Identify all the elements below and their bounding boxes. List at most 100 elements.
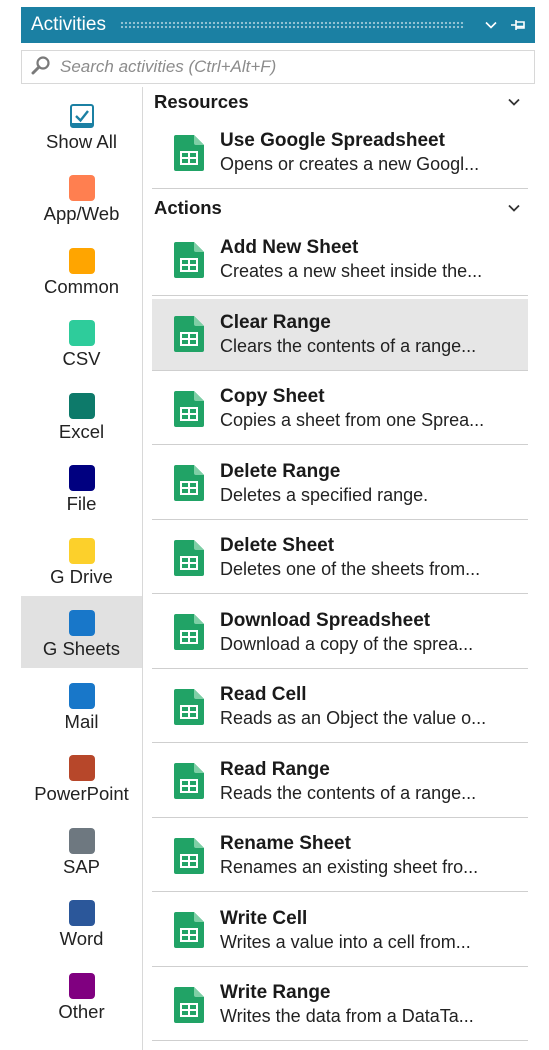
section-header-resources[interactable]: Resources xyxy=(152,87,528,117)
section-title-actions: Actions xyxy=(154,197,222,218)
activity-item-delete-sheet[interactable]: Delete Sheet Deletes one of the sheets fr… xyxy=(152,522,528,594)
category-label: PowerPoint xyxy=(34,783,129,804)
chevron-down-icon[interactable] xyxy=(506,94,522,110)
column-divider xyxy=(142,87,143,1050)
panel-title: Activities xyxy=(31,14,106,35)
activity-texts: Clear Range Clears the contents of a rang… xyxy=(220,311,476,358)
category-common[interactable]: Common xyxy=(21,234,142,306)
activities-panel: Activities Show All App/Web Common CSV Excel… xyxy=(21,7,535,1050)
category-color-icon xyxy=(68,465,95,491)
category-label: SAP xyxy=(62,856,101,877)
activity-texts: Write Range Writes the data from a DataTa… xyxy=(220,981,474,1028)
activity-description: Writes a value into a cell from... xyxy=(220,931,471,952)
activity-texts: Copy Sheet Copies a sheet from one Sprea.… xyxy=(220,385,484,432)
google-sheets-icon xyxy=(174,316,204,352)
activity-item-copy-sheet[interactable]: Copy Sheet Copies a sheet from one Sprea.… xyxy=(152,373,528,445)
google-sheets-icon xyxy=(174,837,204,874)
google-sheets-icon xyxy=(174,241,204,278)
category-label: G Drive xyxy=(50,566,113,587)
activity-item-delete-range[interactable]: Delete Range Deletes a specified range. xyxy=(152,448,528,520)
activity-name: Clear Range xyxy=(220,311,331,333)
category-color-icon xyxy=(68,393,95,419)
search-box[interactable] xyxy=(21,50,535,84)
activity-texts: Read Cell Reads as an Object the value o.… xyxy=(220,683,486,730)
google-sheets-icon xyxy=(174,539,204,576)
category-color-icon xyxy=(68,755,95,781)
category-g-sheets[interactable]: G Sheets xyxy=(21,596,142,668)
search-icon xyxy=(30,55,52,80)
category-color-icon xyxy=(68,320,95,346)
activity-item-use-google-spreadsheet[interactable]: Use Google Spreadsheet Opens or creates a… xyxy=(152,117,528,189)
activity-texts: Rename Sheet Renames an existing sheet fr… xyxy=(220,832,478,879)
google-sheets-icon xyxy=(174,688,204,725)
category-powerpoint[interactable]: PowerPoint xyxy=(21,741,142,813)
category-color-icon xyxy=(68,175,95,201)
category-label: Show All xyxy=(46,131,117,152)
category-csv[interactable]: CSV xyxy=(21,306,142,378)
category-label: Other xyxy=(58,1001,105,1022)
section-header-actions[interactable]: Actions xyxy=(152,193,528,223)
activity-description: Creates a new sheet inside the... xyxy=(220,261,483,281)
activity-item-write-range[interactable]: Write Range Writes the data from a DataTa… xyxy=(152,969,528,1041)
activity-item-read-range[interactable]: Read Range Reads the contents of a range.… xyxy=(152,746,528,818)
activity-texts: Delete Sheet Deletes one of the sheets fr… xyxy=(220,534,480,581)
activity-texts: Write Cell Writes a value into a cell fro… xyxy=(220,907,471,954)
activity-description: Copies a sheet from one Sprea... xyxy=(220,410,485,430)
category-app-web[interactable]: App/Web xyxy=(21,161,142,233)
category-color-icon xyxy=(68,683,95,709)
chevron-down-icon[interactable] xyxy=(506,200,522,216)
activity-description: Writes the data from a DataTa... xyxy=(220,1006,474,1026)
activity-name: Add New Sheet xyxy=(220,237,359,258)
category-list: Show All App/Web Common CSV Excel File G Drive… xyxy=(21,87,142,1050)
google-sheets-icon xyxy=(174,465,204,501)
category-excel[interactable]: Excel xyxy=(21,379,142,451)
category-color-icon xyxy=(68,828,95,854)
activity-texts: Read Range Reads the contents of a range.… xyxy=(220,758,476,805)
panel-title-bar[interactable]: Activities xyxy=(21,7,535,43)
category-label: G Sheets xyxy=(42,638,121,659)
activity-item-download-spreadsheet[interactable]: Download Spreadsheet Download a copy of t… xyxy=(152,597,528,669)
google-sheets-icon xyxy=(174,390,204,427)
category-color-icon xyxy=(68,900,95,926)
category-label: Word xyxy=(59,928,104,949)
activity-texts: Delete Range Deletes a specified range. xyxy=(220,460,428,507)
activity-name: Copy Sheet xyxy=(220,386,325,407)
activity-name: Write Cell xyxy=(220,907,308,929)
category-word[interactable]: Word xyxy=(21,886,142,958)
category-show-all[interactable]: Show All xyxy=(21,89,142,161)
category-color-icon xyxy=(68,973,95,999)
google-sheets-icon xyxy=(174,763,204,799)
activity-description: Opens or creates a new Googl... xyxy=(220,154,480,174)
category-label: Excel xyxy=(58,421,105,442)
category-color-icon xyxy=(68,248,95,274)
activity-description: Reads as an Object the value o... xyxy=(220,708,487,728)
section-title-resources: Resources xyxy=(154,91,249,112)
chevron-down-icon[interactable] xyxy=(479,13,503,37)
activity-item-write-cell[interactable]: Write Cell Writes a value into a cell fro… xyxy=(152,895,528,967)
activity-name: Delete Range xyxy=(220,460,341,482)
category-label: Common xyxy=(43,276,120,297)
pin-icon[interactable] xyxy=(507,13,531,37)
activity-item-rename-sheet[interactable]: Rename Sheet Renames an existing sheet fr… xyxy=(152,820,528,892)
category-g-drive[interactable]: G Drive xyxy=(21,524,142,596)
checkbox-icon xyxy=(69,104,94,128)
category-other[interactable]: Other xyxy=(21,959,142,1031)
search-input[interactable] xyxy=(58,56,522,78)
category-label: App/Web xyxy=(43,203,120,224)
activity-item-add-new-sheet[interactable]: Add New Sheet Creates a new sheet inside … xyxy=(152,224,528,296)
activity-name: Read Range xyxy=(220,758,330,780)
activity-item-read-cell[interactable]: Read Cell Reads as an Object the value o.… xyxy=(152,671,528,743)
activity-texts: Download Spreadsheet Download a copy of t… xyxy=(220,609,473,656)
category-mail[interactable]: Mail xyxy=(21,669,142,741)
activity-description: Download a copy of the sprea... xyxy=(220,633,474,654)
category-sap[interactable]: SAP xyxy=(21,814,142,886)
activity-description: Reads the contents of a range... xyxy=(220,782,477,803)
activity-texts: Use Google Spreadsheet Opens or creates a… xyxy=(220,129,479,176)
category-file[interactable]: File xyxy=(21,451,142,523)
activity-description: Deletes a specified range. xyxy=(220,484,429,505)
google-sheets-icon xyxy=(174,134,204,171)
drag-grip[interactable] xyxy=(119,21,465,29)
activity-name: Write Range xyxy=(220,982,331,1003)
activity-name: Download Spreadsheet xyxy=(220,609,431,631)
activity-item-clear-range[interactable]: Clear Range Clears the contents of a rang… xyxy=(152,298,528,371)
